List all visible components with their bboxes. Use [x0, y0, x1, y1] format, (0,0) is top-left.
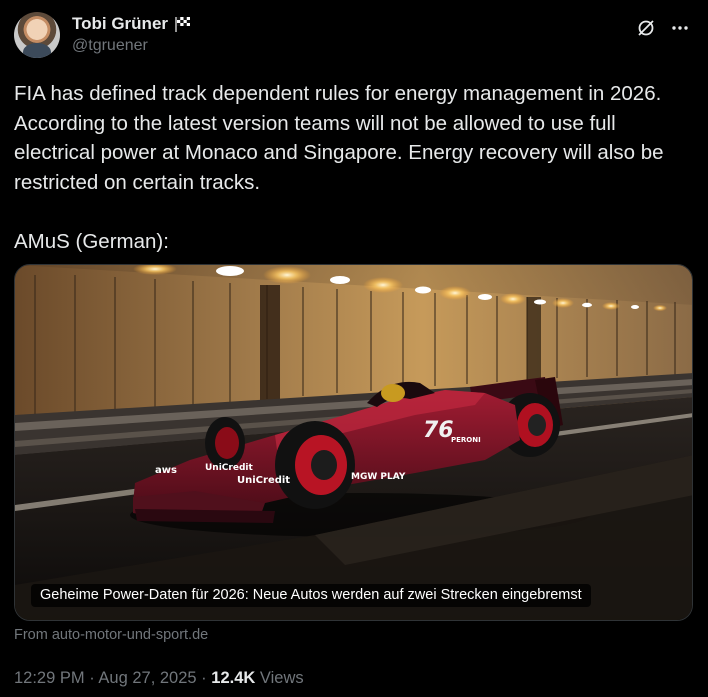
views-label: Views — [259, 669, 304, 687]
car-number: 76 — [423, 418, 454, 443]
media-card[interactable]: 76 aws UniCredit UniCredit MGW PLAY PERO… — [14, 264, 693, 621]
sponsor-label: aws — [155, 465, 177, 476]
tweet-header: Tobi Grüner @tgruener — [14, 12, 694, 60]
grok-icon[interactable] — [636, 18, 656, 38]
tweet-meta: 12:29 PM · Aug 27, 2025 · 12.4K Views — [14, 669, 304, 688]
car-photo: 76 aws UniCredit UniCredit MGW PLAY PERO… — [15, 265, 692, 620]
sponsor-label: PERONI — [451, 436, 481, 444]
media-caption: Geheime Power-Daten für 2026: Neue Autos… — [31, 584, 591, 607]
post-time[interactable]: 12:29 PM — [14, 669, 85, 687]
meta-separator: · — [89, 669, 95, 687]
more-icon[interactable] — [670, 18, 690, 38]
meta-separator: · — [201, 669, 207, 687]
author-name-row: Tobi Grüner — [72, 14, 192, 34]
checkered-flag-icon — [175, 17, 191, 32]
sponsor-label: MGW PLAY — [351, 472, 406, 482]
sponsor-label: UniCredit — [205, 463, 253, 473]
post-date[interactable]: Aug 27, 2025 — [98, 669, 196, 687]
author-handle[interactable]: @tgruener — [72, 37, 148, 55]
link-source[interactable]: From auto-motor-und-sport.de — [14, 627, 208, 643]
tweet-text: FIA has defined track dependent rules fo… — [14, 82, 664, 253]
sponsor-label: UniCredit — [237, 475, 290, 486]
views-count: 12.4K — [211, 669, 256, 687]
author-display-name[interactable]: Tobi Grüner — [72, 14, 168, 34]
avatar[interactable] — [14, 12, 60, 58]
